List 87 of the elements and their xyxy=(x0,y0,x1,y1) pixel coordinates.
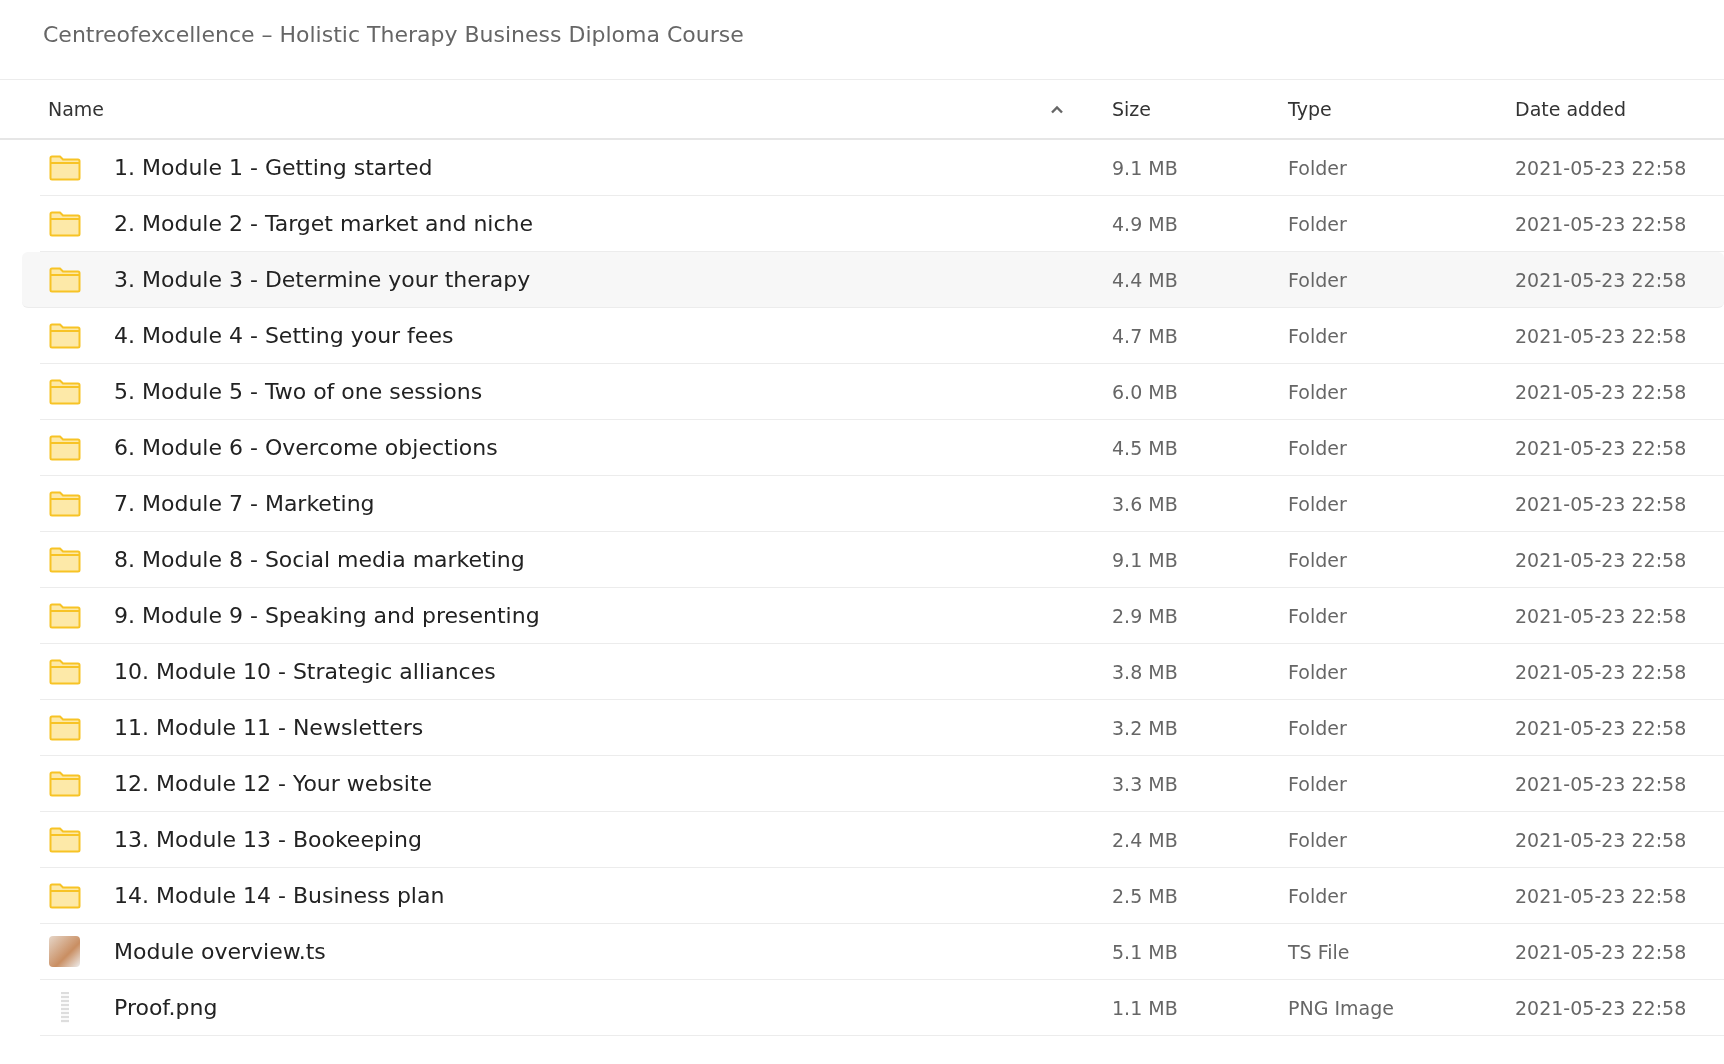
file-name[interactable]: 1. Module 1 - Getting started xyxy=(114,155,1112,180)
file-name[interactable]: 2. Module 2 - Target market and niche xyxy=(114,211,1112,236)
file-size: 3.6 MB xyxy=(1112,492,1179,515)
file-size: 5.1 MB xyxy=(1112,940,1179,963)
date-added: 2021-05-23 22:58 xyxy=(1515,324,1687,347)
file-type: TS File xyxy=(1288,940,1351,963)
file-size: 9.1 MB xyxy=(1112,156,1179,179)
folder-icon xyxy=(49,266,81,293)
file-size: 4.9 MB xyxy=(1112,212,1179,235)
file-name[interactable]: 11. Module 11 - Newsletters xyxy=(114,715,1112,740)
file-type: Folder xyxy=(1288,828,1348,851)
file-size: 3.3 MB xyxy=(1112,772,1179,795)
folder-icon xyxy=(49,826,81,853)
file-size: 6.0 MB xyxy=(1112,380,1179,403)
file-name[interactable]: 7. Module 7 - Marketing xyxy=(114,491,1112,516)
folder-title: Centreofexcellence – Holistic Therapy Business Diploma Course xyxy=(0,0,1724,80)
file-size: 2.9 MB xyxy=(1112,604,1179,627)
file-name[interactable]: Proof.png xyxy=(114,995,1112,1020)
file-size: 2.4 MB xyxy=(1112,828,1179,851)
video-thumbnail xyxy=(49,936,80,967)
file-type: Folder xyxy=(1288,156,1348,179)
file-name[interactable]: 13. Module 13 - Bookeeping xyxy=(114,827,1112,852)
file-type: Folder xyxy=(1288,380,1348,403)
file-size: 9.1 MB xyxy=(1112,548,1179,571)
date-added: 2021-05-23 22:58 xyxy=(1515,940,1687,963)
folder-icon xyxy=(49,490,81,517)
date-added: 2021-05-23 22:58 xyxy=(1515,828,1687,851)
file-type: Folder xyxy=(1288,324,1348,347)
file-name[interactable]: 6. Module 6 - Overcome objections xyxy=(114,435,1112,460)
file-type: Folder xyxy=(1288,436,1348,459)
file-name[interactable]: 5. Module 5 - Two of one sessions xyxy=(114,379,1112,404)
date-added: 2021-05-23 22:58 xyxy=(1515,772,1687,795)
folder-icon xyxy=(49,602,81,629)
column-header[interactable]: Type xyxy=(1288,98,1332,120)
folder-icon xyxy=(49,154,81,181)
file-type: Folder xyxy=(1288,772,1348,795)
file-type: Folder xyxy=(1288,884,1348,907)
file-type: Folder xyxy=(1288,492,1348,515)
date-added: 2021-05-23 22:58 xyxy=(1515,380,1687,403)
date-added: 2021-05-23 22:58 xyxy=(1515,212,1687,235)
file-size: 4.5 MB xyxy=(1112,436,1179,459)
date-added: 2021-05-23 22:58 xyxy=(1515,548,1687,571)
file-size: 4.4 MB xyxy=(1112,268,1179,291)
column-header[interactable]: Name xyxy=(48,98,105,120)
file-name[interactable]: 4. Module 4 - Setting your fees xyxy=(114,323,1112,348)
file-name[interactable]: 9. Module 9 - Speaking and presenting xyxy=(114,603,1112,628)
file-size: 2.5 MB xyxy=(1112,884,1179,907)
file-size: 4.7 MB xyxy=(1112,324,1179,347)
file-size: 3.8 MB xyxy=(1112,660,1179,683)
file-type: Folder xyxy=(1288,268,1348,291)
column-header[interactable]: Size xyxy=(1112,98,1151,120)
date-added: 2021-05-23 22:58 xyxy=(1515,436,1687,459)
column-header[interactable]: Date added xyxy=(1515,98,1626,120)
folder-icon xyxy=(49,210,81,237)
date-added: 2021-05-23 22:58 xyxy=(1515,492,1687,515)
file-type: PNG Image xyxy=(1288,996,1395,1019)
file-type: Folder xyxy=(1288,604,1348,627)
folder-icon xyxy=(49,546,81,573)
file-size: 1.1 MB xyxy=(1112,996,1179,1019)
file-type: Folder xyxy=(1288,660,1348,683)
sort-ascending-icon[interactable] xyxy=(1050,104,1064,114)
folder-icon xyxy=(49,658,81,685)
folder-icon xyxy=(49,770,81,797)
date-added: 2021-05-23 22:58 xyxy=(1515,884,1687,907)
date-added: 2021-05-23 22:58 xyxy=(1515,268,1687,291)
folder-icon xyxy=(49,378,81,405)
image-thumbnail xyxy=(61,992,69,1023)
date-added: 2021-05-23 22:58 xyxy=(1515,604,1687,627)
file-name[interactable]: Module overview.ts xyxy=(114,939,1112,964)
file-type: Folder xyxy=(1288,212,1348,235)
file-type: Folder xyxy=(1288,548,1348,571)
folder-icon xyxy=(49,322,81,349)
highlighted-row[interactable]: 3. Module 3 - Determine your therapy 4.4 MB Folder 2021-05-23 22:58 xyxy=(22,252,1724,308)
folder-icon xyxy=(49,882,81,909)
file-name[interactable]: 14. Module 14 - Business plan xyxy=(114,883,1112,908)
date-added: 2021-05-23 22:58 xyxy=(1515,156,1687,179)
date-added: 2021-05-23 22:58 xyxy=(1515,996,1687,1019)
date-added: 2021-05-23 22:58 xyxy=(1515,716,1687,739)
folder-icon xyxy=(49,714,81,741)
file-name[interactable]: 8. Module 8 - Social media marketing xyxy=(114,547,1112,572)
date-added: 2021-05-23 22:58 xyxy=(1515,660,1687,683)
file-size: 3.2 MB xyxy=(1112,716,1179,739)
folder-icon xyxy=(49,434,81,461)
file-name[interactable]: 10. Module 10 - Strategic alliances xyxy=(114,659,1112,684)
file-name[interactable]: 3. Module 3 - Determine your therapy xyxy=(114,267,1112,292)
file-name[interactable]: 12. Module 12 - Your website xyxy=(114,771,1112,796)
file-type: Folder xyxy=(1288,716,1348,739)
